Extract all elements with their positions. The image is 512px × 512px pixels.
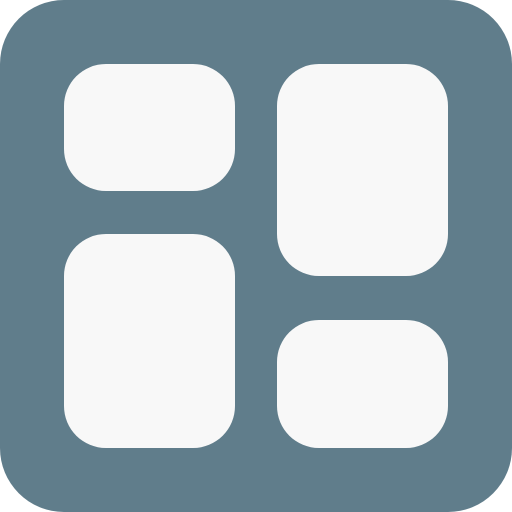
- tile-top-left: [64, 64, 235, 191]
- dashboard-layout-svg: [0, 0, 512, 512]
- tile-top-right: [277, 64, 448, 276]
- tile-bottom-right: [277, 320, 448, 448]
- tile-bottom-left: [64, 234, 235, 448]
- dashboard-layout-icon: [0, 0, 512, 512]
